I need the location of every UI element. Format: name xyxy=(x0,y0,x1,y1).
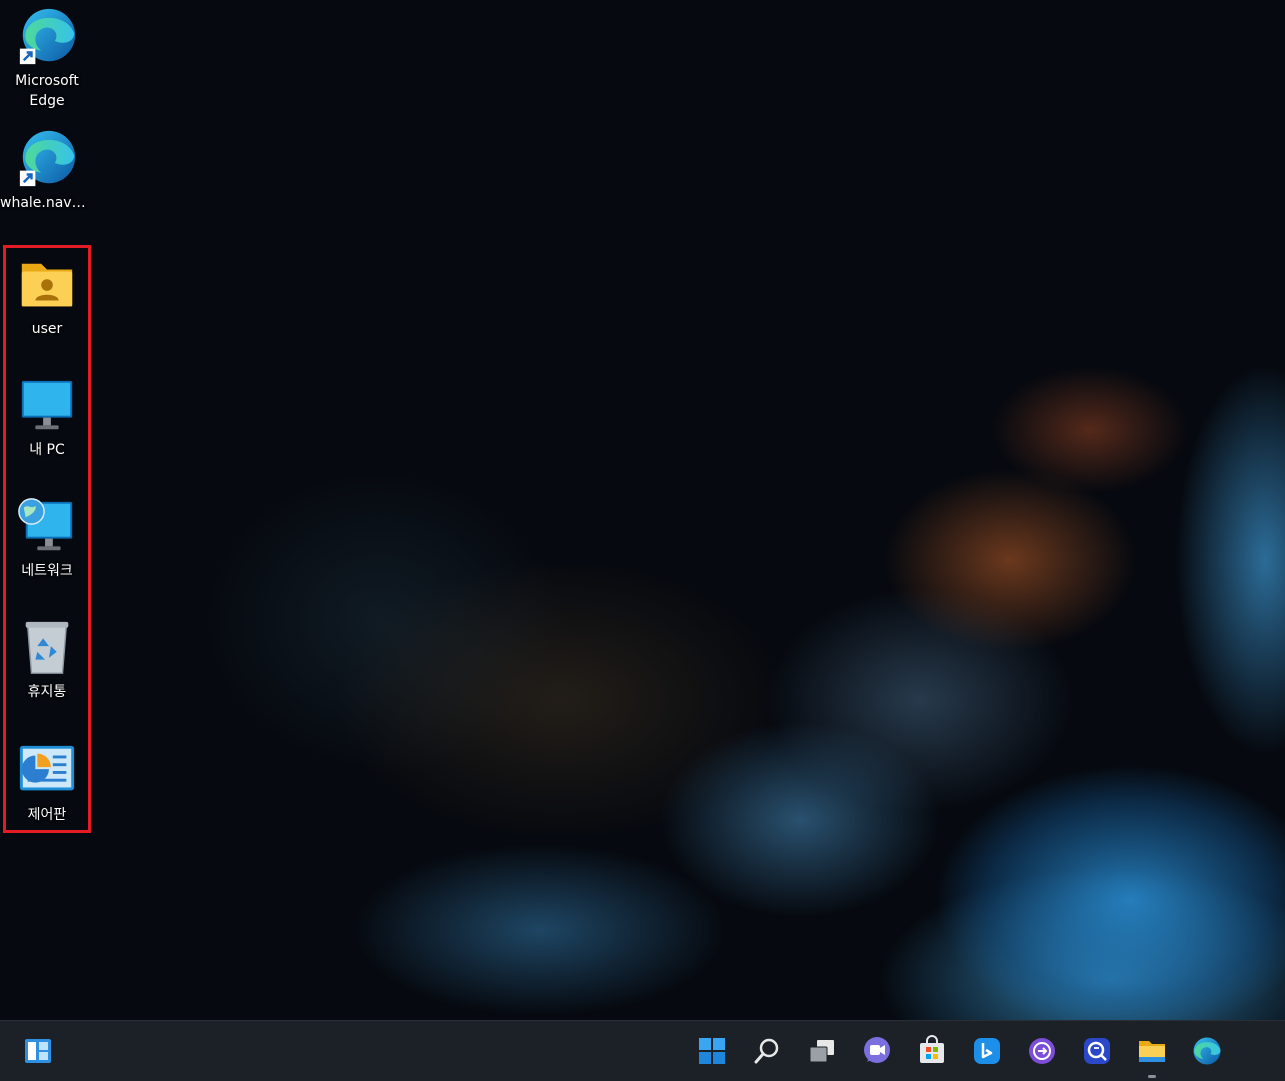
microsoft-edge-shortcut[interactable]: Microsoft Edge xyxy=(0,6,94,111)
task-view-button[interactable] xyxy=(802,1031,842,1071)
whale-naver-shortcut[interactable]: whale.naver... xyxy=(0,128,94,213)
edge-button[interactable] xyxy=(1187,1031,1227,1071)
bing-icon xyxy=(974,1038,1000,1064)
task-view-icon xyxy=(809,1040,834,1063)
icon-label: whale.naver... xyxy=(0,195,94,211)
desktop-wallpaper xyxy=(0,0,1285,1020)
store-icon xyxy=(920,1035,944,1063)
app-button[interactable] xyxy=(1022,1031,1062,1071)
chat-button[interactable] xyxy=(857,1031,897,1071)
icon-label: Microsoft Edge xyxy=(15,73,79,109)
file-explorer-button[interactable] xyxy=(1132,1031,1172,1078)
chat-icon xyxy=(864,1037,890,1063)
app-icon xyxy=(1029,1038,1055,1064)
search-icon xyxy=(754,1038,779,1064)
taskbar xyxy=(0,1020,1285,1081)
widgets-button[interactable] xyxy=(18,1031,58,1071)
start-button[interactable] xyxy=(692,1031,732,1071)
bing-button[interactable] xyxy=(967,1031,1007,1071)
active-indicator xyxy=(1148,1075,1156,1078)
search-app-icon xyxy=(1084,1038,1110,1064)
file-explorer-icon xyxy=(1139,1041,1165,1062)
edge-icon xyxy=(19,130,76,187)
widgets-icon xyxy=(25,1039,51,1063)
start-icon xyxy=(699,1038,725,1064)
store-button[interactable] xyxy=(912,1031,952,1071)
edge-icon xyxy=(19,8,76,65)
edge-icon xyxy=(1193,1037,1221,1065)
search-button[interactable] xyxy=(747,1031,787,1071)
search-app-button[interactable] xyxy=(1077,1031,1117,1071)
selection-highlight xyxy=(3,245,91,833)
